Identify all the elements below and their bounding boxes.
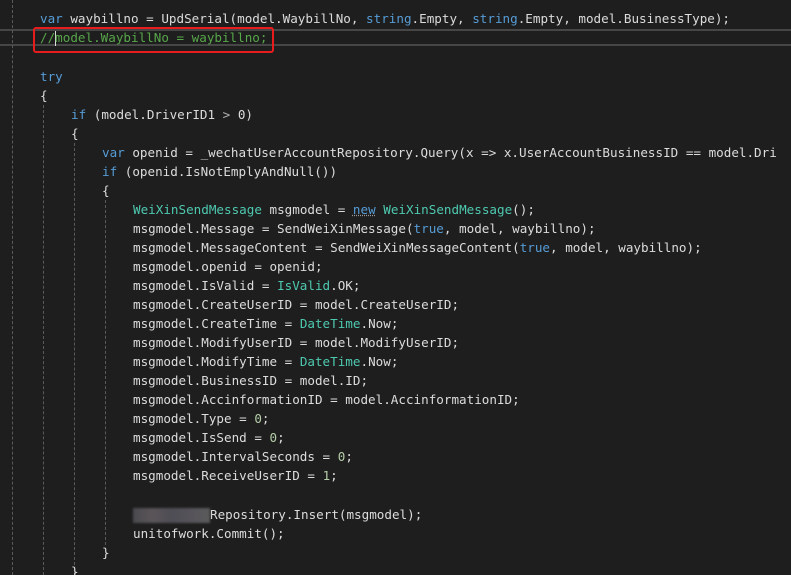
code-token: var: [102, 145, 125, 160]
code-token: DateTime: [299, 354, 361, 369]
code-token: msgmodel.CreateTime =: [133, 316, 300, 331]
code-editor[interactable]: var waybillno = UpdSerial(model.WaybillN…: [0, 0, 791, 575]
code-token: msgmodel.openid = openid;: [133, 259, 323, 274]
code-line[interactable]: msgmodel.Message = SendWeiXinMessage(tru…: [0, 219, 791, 238]
code-token: DateTime: [299, 316, 361, 331]
code-token: msgmodel.ReceiveUserID =: [133, 468, 323, 483]
code-token: msgmodel.CreateUserID = model.CreateUser…: [133, 297, 460, 312]
code-line[interactable]: {: [0, 124, 791, 143]
code-token: IsValid: [277, 278, 331, 293]
code-line[interactable]: var waybillno = UpdSerial(model.WaybillN…: [0, 9, 791, 28]
code-token: msgmodel.ModifyUserID = model.ModifyUser…: [133, 335, 460, 350]
code-token: msgmodel.IsValid =: [133, 278, 278, 293]
code-line[interactable]: {: [0, 181, 791, 200]
code-token: .Empty, model.BusinessType);: [517, 11, 731, 26]
code-line[interactable]: WeiXinSendMessage msgmodel = new WeiXinS…: [0, 200, 791, 219]
code-token: .Now;: [360, 316, 399, 331]
code-line[interactable]: msgmodel.openid = openid;: [0, 257, 791, 276]
code-line[interactable]: unitofwork.Commit();: [0, 524, 791, 543]
code-line[interactable]: try: [0, 67, 791, 86]
code-token: ;: [277, 430, 285, 445]
redacted-text: [133, 508, 210, 523]
code-line[interactable]: msgmodel.CreateTime = DateTime.Now;: [0, 314, 791, 333]
code-token: msgmodel.MessageContent = SendWeiXinMess…: [133, 240, 520, 255]
code-line[interactable]: msgmodel.MessageContent = SendWeiXinMess…: [0, 238, 791, 257]
code-token: string: [366, 11, 412, 26]
code-token: }: [71, 564, 79, 575]
code-token: }: [102, 545, 110, 560]
code-token: msgmodel.BusinessID = model.ID;: [133, 373, 369, 388]
code-token: msgmodel.IntervalSeconds =: [133, 449, 338, 464]
code-token: true: [519, 240, 551, 255]
code-token: WeiXinSendMessage: [133, 202, 262, 217]
code-token: 0): [230, 107, 253, 122]
code-line[interactable]: msgmodel.ModifyUserID = model.ModifyUser…: [0, 333, 791, 352]
code-token: msgmodel.AccinformationID = model.Accinf…: [133, 392, 520, 407]
code-token: waybillno = UpdSerial(model.WaybillNo,: [62, 11, 367, 26]
code-line[interactable]: Repository.Insert(msgmodel);: [0, 505, 791, 524]
code-token: if: [71, 107, 87, 122]
code-line[interactable]: }: [0, 543, 791, 562]
code-line[interactable]: msgmodel.IsValid = IsValid.OK;: [0, 276, 791, 295]
code-token: , model, waybillno);: [550, 240, 702, 255]
code-line[interactable]: msgmodel.CreateUserID = model.CreateUser…: [0, 295, 791, 314]
code-token: ;: [330, 468, 338, 483]
code-token: new: [352, 202, 376, 217]
code-token: ;: [345, 449, 353, 464]
code-line[interactable]: msgmodel.IsSend = 0;: [0, 428, 791, 447]
code-token: msgmodel.Type =: [133, 411, 255, 426]
code-line[interactable]: if (openid.IsNotEmplyAndNull()): [0, 162, 791, 181]
code-token: msgmodel =: [261, 202, 353, 217]
code-token: .Now;: [360, 354, 399, 369]
code-token: string: [472, 11, 518, 26]
code-token: true: [413, 221, 444, 236]
code-line[interactable]: msgmodel.Type = 0;: [0, 409, 791, 428]
code-line[interactable]: if (model.DriverID1 > 0): [0, 105, 791, 124]
code-line[interactable]: {: [0, 86, 791, 105]
code-token: ();: [512, 202, 535, 217]
code-token: try: [40, 69, 63, 84]
code-token: .OK;: [330, 278, 361, 293]
code-token: {: [40, 88, 48, 103]
code-token: 0: [254, 411, 262, 426]
code-token: .Empty,: [411, 11, 473, 26]
code-token: {: [71, 126, 79, 141]
code-line[interactable]: msgmodel.BusinessID = model.ID;: [0, 371, 791, 390]
code-token: (model.DriverID1: [86, 107, 223, 122]
code-token: var: [40, 11, 63, 26]
code-token: msgmodel.IsSend =: [133, 430, 270, 445]
code-line[interactable]: var openid = _wechatUserAccountRepositor…: [0, 143, 791, 162]
code-line[interactable]: msgmodel.ModifyTime = DateTime.Now;: [0, 352, 791, 371]
code-token: (openid.IsNotEmplyAndNull()): [117, 164, 338, 179]
code-token: WeiXinSendMessage: [383, 202, 513, 217]
code-token: if: [102, 164, 118, 179]
code-line[interactable]: msgmodel.AccinformationID = model.Accinf…: [0, 390, 791, 409]
code-token: {: [102, 183, 110, 198]
code-token: Repository.Insert(msgmodel);: [210, 507, 423, 522]
red-highlight-annotation: [33, 27, 274, 53]
code-line[interactable]: msgmodel.ReceiveUserID = 1;: [0, 466, 791, 485]
code-token: msgmodel.ModifyTime =: [133, 354, 300, 369]
code-token: unitofwork.Commit();: [133, 526, 285, 541]
code-token: msgmodel.Message = SendWeiXinMessage(: [133, 221, 414, 236]
code-token: 0: [269, 430, 278, 445]
code-token: ;: [261, 411, 270, 426]
code-token: , model, waybillno);: [443, 221, 596, 236]
code-line[interactable]: }: [0, 562, 791, 575]
code-line[interactable]: msgmodel.IntervalSeconds = 0;: [0, 447, 791, 466]
code-token: openid = _wechatUserAccountRepository.Qu…: [124, 145, 777, 160]
code-line[interactable]: [0, 485, 791, 504]
